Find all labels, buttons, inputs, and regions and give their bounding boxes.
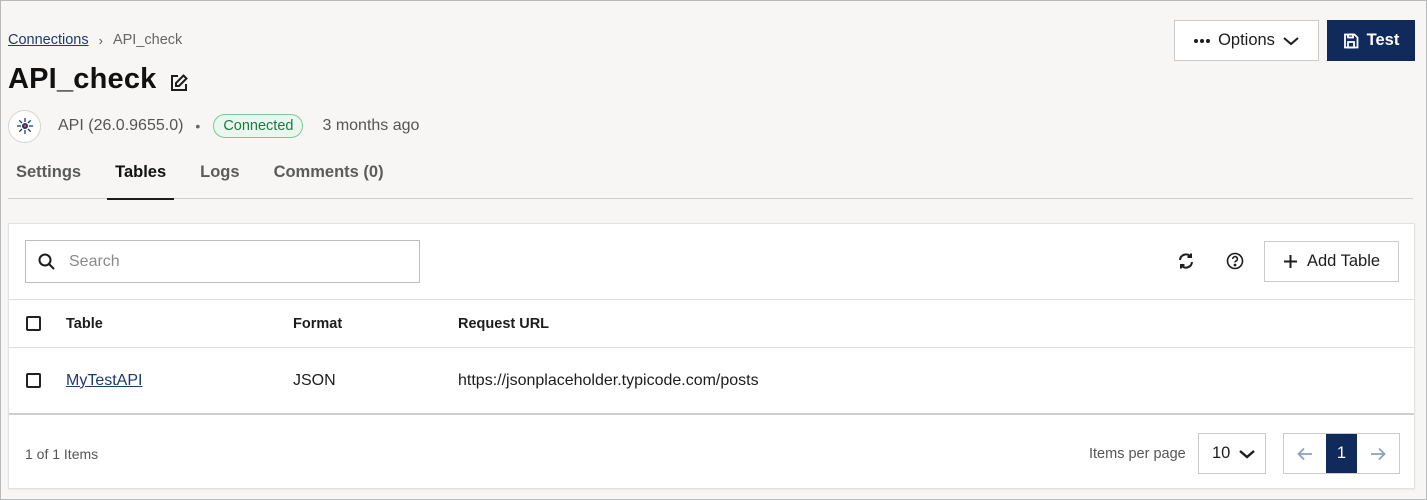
items-per-page-value: 10 [1212,444,1231,462]
save-icon [1343,33,1359,48]
pagination: 1 [1283,433,1400,474]
header-format[interactable]: Format [293,316,342,332]
arrow-right-icon [1371,447,1386,460]
driver-version: API (26.0.9655.0) [58,117,184,134]
refresh-button[interactable] [1175,250,1197,272]
tables-panel: Add Table Table Format Request URL MyTes… [8,223,1415,489]
page-title: API_check [8,63,157,95]
table-footer: 1 of 1 Items Items per page 10 1 [9,417,1414,490]
help-button[interactable] [1224,250,1246,272]
api-logo-icon [8,109,41,143]
row-checkbox[interactable] [26,373,41,388]
add-table-label: Add Table [1306,252,1381,270]
status-badge: Connected [213,114,304,138]
search-input[interactable] [69,252,389,271]
help-icon [1226,252,1244,270]
search-icon [38,253,55,270]
search-box[interactable] [25,240,420,283]
row-format: JSON [293,371,336,389]
tab-logs[interactable]: Logs [192,153,247,199]
chevron-down-icon [1283,36,1299,45]
items-per-page-label: Items per page [1089,445,1186,462]
tab-tables[interactable]: Tables [107,153,175,200]
current-page[interactable]: 1 [1326,434,1357,473]
breadcrumb-current: API_check [112,32,183,48]
breadcrumb-link-connections[interactable]: Connections [8,32,89,48]
header-request-url[interactable]: Request URL [458,316,549,332]
refresh-icon [1179,253,1193,269]
breadcrumb: Connections › API_check [8,32,182,48]
chevron-down-icon [1239,449,1256,459]
plus-icon [1283,255,1297,268]
prev-page-button[interactable] [1284,434,1326,473]
edit-icon[interactable] [169,73,189,93]
tab-settings[interactable]: Settings [8,153,89,199]
test-button[interactable]: Test [1327,20,1415,61]
items-count: 1 of 1 Items [25,445,99,462]
select-all-checkbox[interactable] [26,316,41,331]
last-updated: 3 months ago [322,117,420,134]
meta-separator: • [195,118,201,134]
tab-comments[interactable]: Comments (0) [266,153,392,199]
title-row: API_check [8,63,189,96]
test-label: Test [1366,31,1400,49]
connection-meta: API (26.0.9655.0) • Connected 3 months a… [8,109,419,143]
next-page-button[interactable] [1357,434,1399,473]
options-label: Options [1218,31,1275,49]
items-per-page-select[interactable]: 10 [1198,433,1266,474]
breadcrumb-separator: › [98,32,103,48]
row-request-url: https://jsonplaceholder.typicode.com/pos… [458,371,759,389]
table-row: MyTestAPI JSON https://jsonplaceholder.t… [9,348,1414,415]
table-name-link[interactable]: MyTestAPI [66,372,142,390]
ellipsis-icon [1194,38,1211,43]
arrow-left-icon [1297,447,1312,460]
header-table[interactable]: Table [66,316,103,332]
table-header: Table Format Request URL [9,299,1414,348]
options-button[interactable]: Options [1174,20,1319,61]
tab-bar: Settings Tables Logs Comments (0) [8,153,1413,200]
add-table-button[interactable]: Add Table [1264,241,1399,282]
